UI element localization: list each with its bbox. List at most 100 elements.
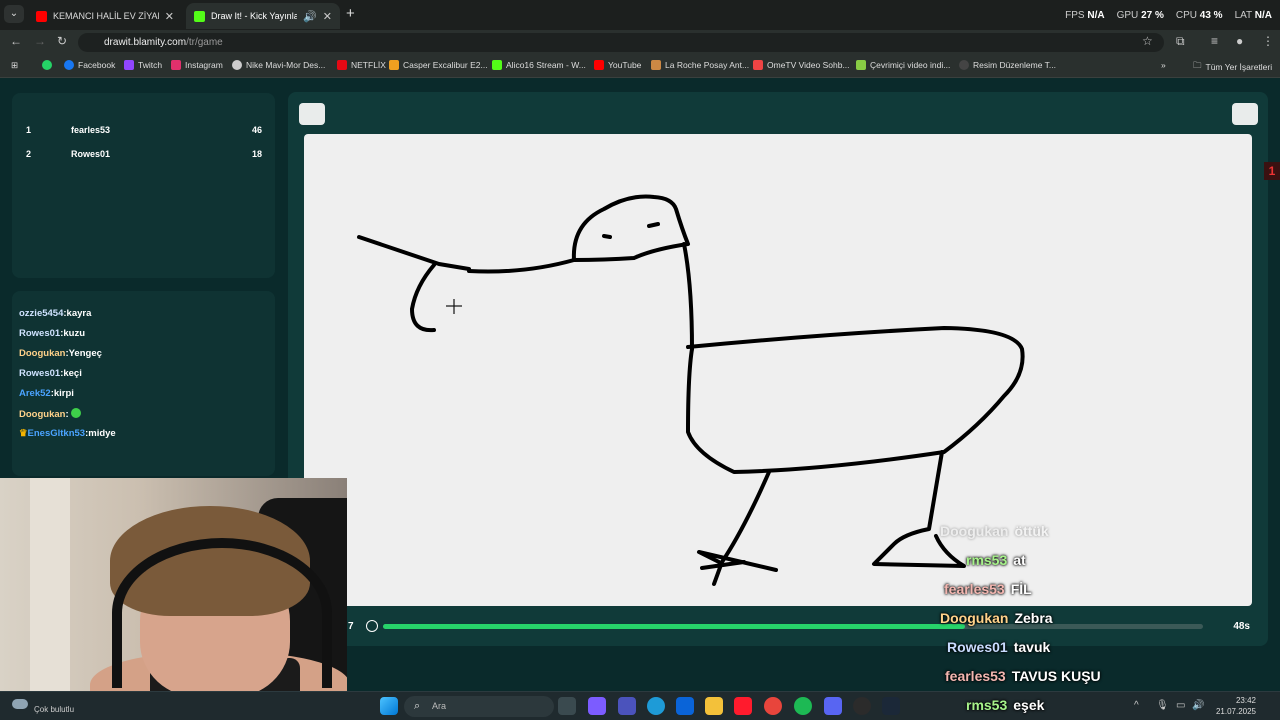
- outlook-icon[interactable]: [676, 697, 694, 715]
- tab-title: Draw It! - Kick Yayınları İçin: [211, 11, 298, 21]
- casper-icon: [389, 60, 399, 70]
- close-icon[interactable]: ✕: [165, 10, 174, 23]
- overlay-user: Doogukan: [940, 523, 1009, 539]
- headset-icon: [112, 538, 332, 688]
- lat-label: LAT: [1234, 10, 1252, 21]
- left-tool-button[interactable]: [299, 103, 325, 125]
- microphone-icon[interactable]: 🎙: [1156, 700, 1169, 711]
- globe-icon: [232, 60, 242, 70]
- tab-search-button[interactable]: ⌄: [4, 5, 24, 23]
- timer-fill: [383, 624, 966, 629]
- profile-icon[interactable]: ●: [1236, 34, 1243, 48]
- bookmark-whatsapp[interactable]: [42, 60, 52, 70]
- overlay-message: at: [1013, 552, 1026, 568]
- network-icon[interactable]: ▭: [1176, 700, 1185, 711]
- address-bar-row: ← → ↻ drawit.blamity.com/tr/game ☆ ⧉ ≡ ●…: [0, 30, 1280, 54]
- edge-icon[interactable]: [647, 697, 665, 715]
- url-field[interactable]: drawit.blamity.com/tr/game: [78, 33, 1164, 52]
- right-tool-button[interactable]: [1232, 103, 1258, 125]
- round-timer: 7 48s: [348, 618, 1250, 640]
- menu-icon[interactable]: ⋮: [1262, 34, 1274, 48]
- tab-drawit[interactable]: Draw It! - Kick Yayınları İçin 🔊 ✕: [186, 3, 340, 29]
- body-stroke: [686, 326, 1025, 474]
- speaker-icon[interactable]: 🔊: [303, 10, 317, 23]
- bookmark-alico[interactable]: Alico16 Stream - W...: [492, 60, 586, 70]
- overlay-chat-line: rms53 at: [966, 552, 1026, 568]
- neck-bottom-stroke: [467, 258, 576, 274]
- reload-icon[interactable]: ↻: [57, 34, 67, 48]
- overlay-user: fearles53: [945, 668, 1006, 684]
- file-explorer-icon[interactable]: [705, 697, 723, 715]
- windows-start-icon[interactable]: [380, 697, 398, 715]
- bookmark-twitch[interactable]: Twitch: [124, 60, 162, 70]
- volume-icon[interactable]: 🔊: [1192, 700, 1204, 711]
- steam-icon[interactable]: [882, 697, 900, 715]
- chat-message: :midye: [85, 428, 116, 439]
- chat-line: Doogukan:Yengeç: [19, 348, 102, 359]
- cpu-value: 43 %: [1199, 10, 1223, 21]
- bookmark-video-download[interactable]: Çevrimiçi video indi...: [856, 60, 950, 70]
- system-clock[interactable]: 23:42 21.07.2025: [1216, 695, 1256, 717]
- perf-overlay: FPS N/A GPU 27 % CPU 43 % LAT N/A: [1065, 10, 1272, 21]
- bookmark-nike[interactable]: Nike Mavi-Mor Des...: [232, 60, 325, 70]
- extensions-icon[interactable]: ⧉: [1176, 34, 1185, 49]
- chrome-icon[interactable]: [764, 697, 782, 715]
- overlay-message: Zebra: [1014, 610, 1053, 626]
- opera-icon[interactable]: [734, 697, 752, 715]
- back-icon[interactable]: ←: [10, 34, 22, 48]
- chevron-right-icon[interactable]: »: [1161, 60, 1166, 70]
- chevron-up-icon[interactable]: ^: [1134, 700, 1139, 711]
- taskbar-search[interactable]: ⌕ Ara: [404, 696, 554, 717]
- chat-message: :keçi: [60, 368, 82, 379]
- media-icon[interactable]: ≡: [1211, 34, 1218, 48]
- crown-icon: ♛: [19, 428, 28, 439]
- leg-right-stroke: [872, 450, 966, 568]
- chat-user: Doogukan: [19, 409, 66, 420]
- crosshair-cursor: [446, 299, 462, 314]
- bookmark-instagram[interactable]: Instagram: [171, 60, 223, 70]
- tab-kemanci[interactable]: KEMANCI HALİL EV ZİYARETİ V ✕: [28, 3, 182, 29]
- overlay-message: eşek: [1013, 697, 1045, 713]
- overlay-message: tavuk: [1013, 639, 1051, 655]
- overlay-user: Rowes01: [947, 639, 1008, 655]
- all-bookmarks[interactable]: 🗀 Tüm Yer İşaretleri: [1193, 60, 1272, 74]
- bookmark-label: Casper Excalibur E2...: [403, 60, 488, 70]
- instagram-icon: [171, 60, 181, 70]
- spotify-icon[interactable]: [794, 697, 812, 715]
- forward-icon[interactable]: →: [34, 34, 46, 48]
- search-icon: ⌕: [414, 700, 421, 712]
- tab-title: KEMANCI HALİL EV ZİYARETİ V: [53, 11, 159, 21]
- obs-icon[interactable]: [853, 697, 871, 715]
- star-icon[interactable]: ☆: [1142, 34, 1153, 48]
- chat-line: Rowes01:keçi: [19, 368, 82, 379]
- discord-icon[interactable]: [824, 697, 842, 715]
- gpu-label: GPU: [1116, 10, 1139, 21]
- bookmark-casper[interactable]: Casper Excalibur E2...: [389, 60, 488, 70]
- drawing-canvas[interactable]: [304, 134, 1252, 606]
- close-icon[interactable]: ✕: [323, 10, 332, 23]
- task-view-icon[interactable]: [558, 697, 576, 715]
- new-tab-button[interactable]: +: [346, 5, 355, 22]
- bookmark-facebook[interactable]: Facebook: [64, 60, 115, 70]
- chat-message: :kuzu: [60, 328, 85, 339]
- gpu-value: 27 %: [1141, 10, 1164, 21]
- bookmark-netflix[interactable]: NETFLİX: [337, 60, 386, 70]
- copilot-icon[interactable]: [588, 697, 606, 715]
- bookmark-label: NETFLİX: [351, 60, 386, 70]
- weather-label: Çok bulutlu: [34, 705, 75, 714]
- rank: 2: [26, 149, 32, 159]
- lat-value: N/A: [1254, 10, 1272, 21]
- apps-icon[interactable]: ⊞: [11, 60, 18, 71]
- weather-icon: [12, 699, 28, 709]
- eye-left-stroke: [602, 234, 612, 239]
- url-host: drawit.blamity.com: [104, 37, 187, 48]
- bookmark-label: OmeTV Video Sohb...: [767, 60, 850, 70]
- overlay-chat-line: rms53 eşek: [966, 697, 1044, 713]
- cpu-label: CPU: [1175, 10, 1197, 21]
- bookmark-laroche[interactable]: La Roche Posay Ant...: [651, 60, 749, 70]
- bookmark-youtube[interactable]: YouTube: [594, 60, 641, 70]
- bookmark-ometv[interactable]: OmeTV Video Sohb...: [753, 60, 850, 70]
- bookmark-resim[interactable]: Resim Düzenleme T...: [959, 60, 1056, 70]
- teams-icon[interactable]: [618, 697, 636, 715]
- fps-value: N/A: [1087, 10, 1105, 21]
